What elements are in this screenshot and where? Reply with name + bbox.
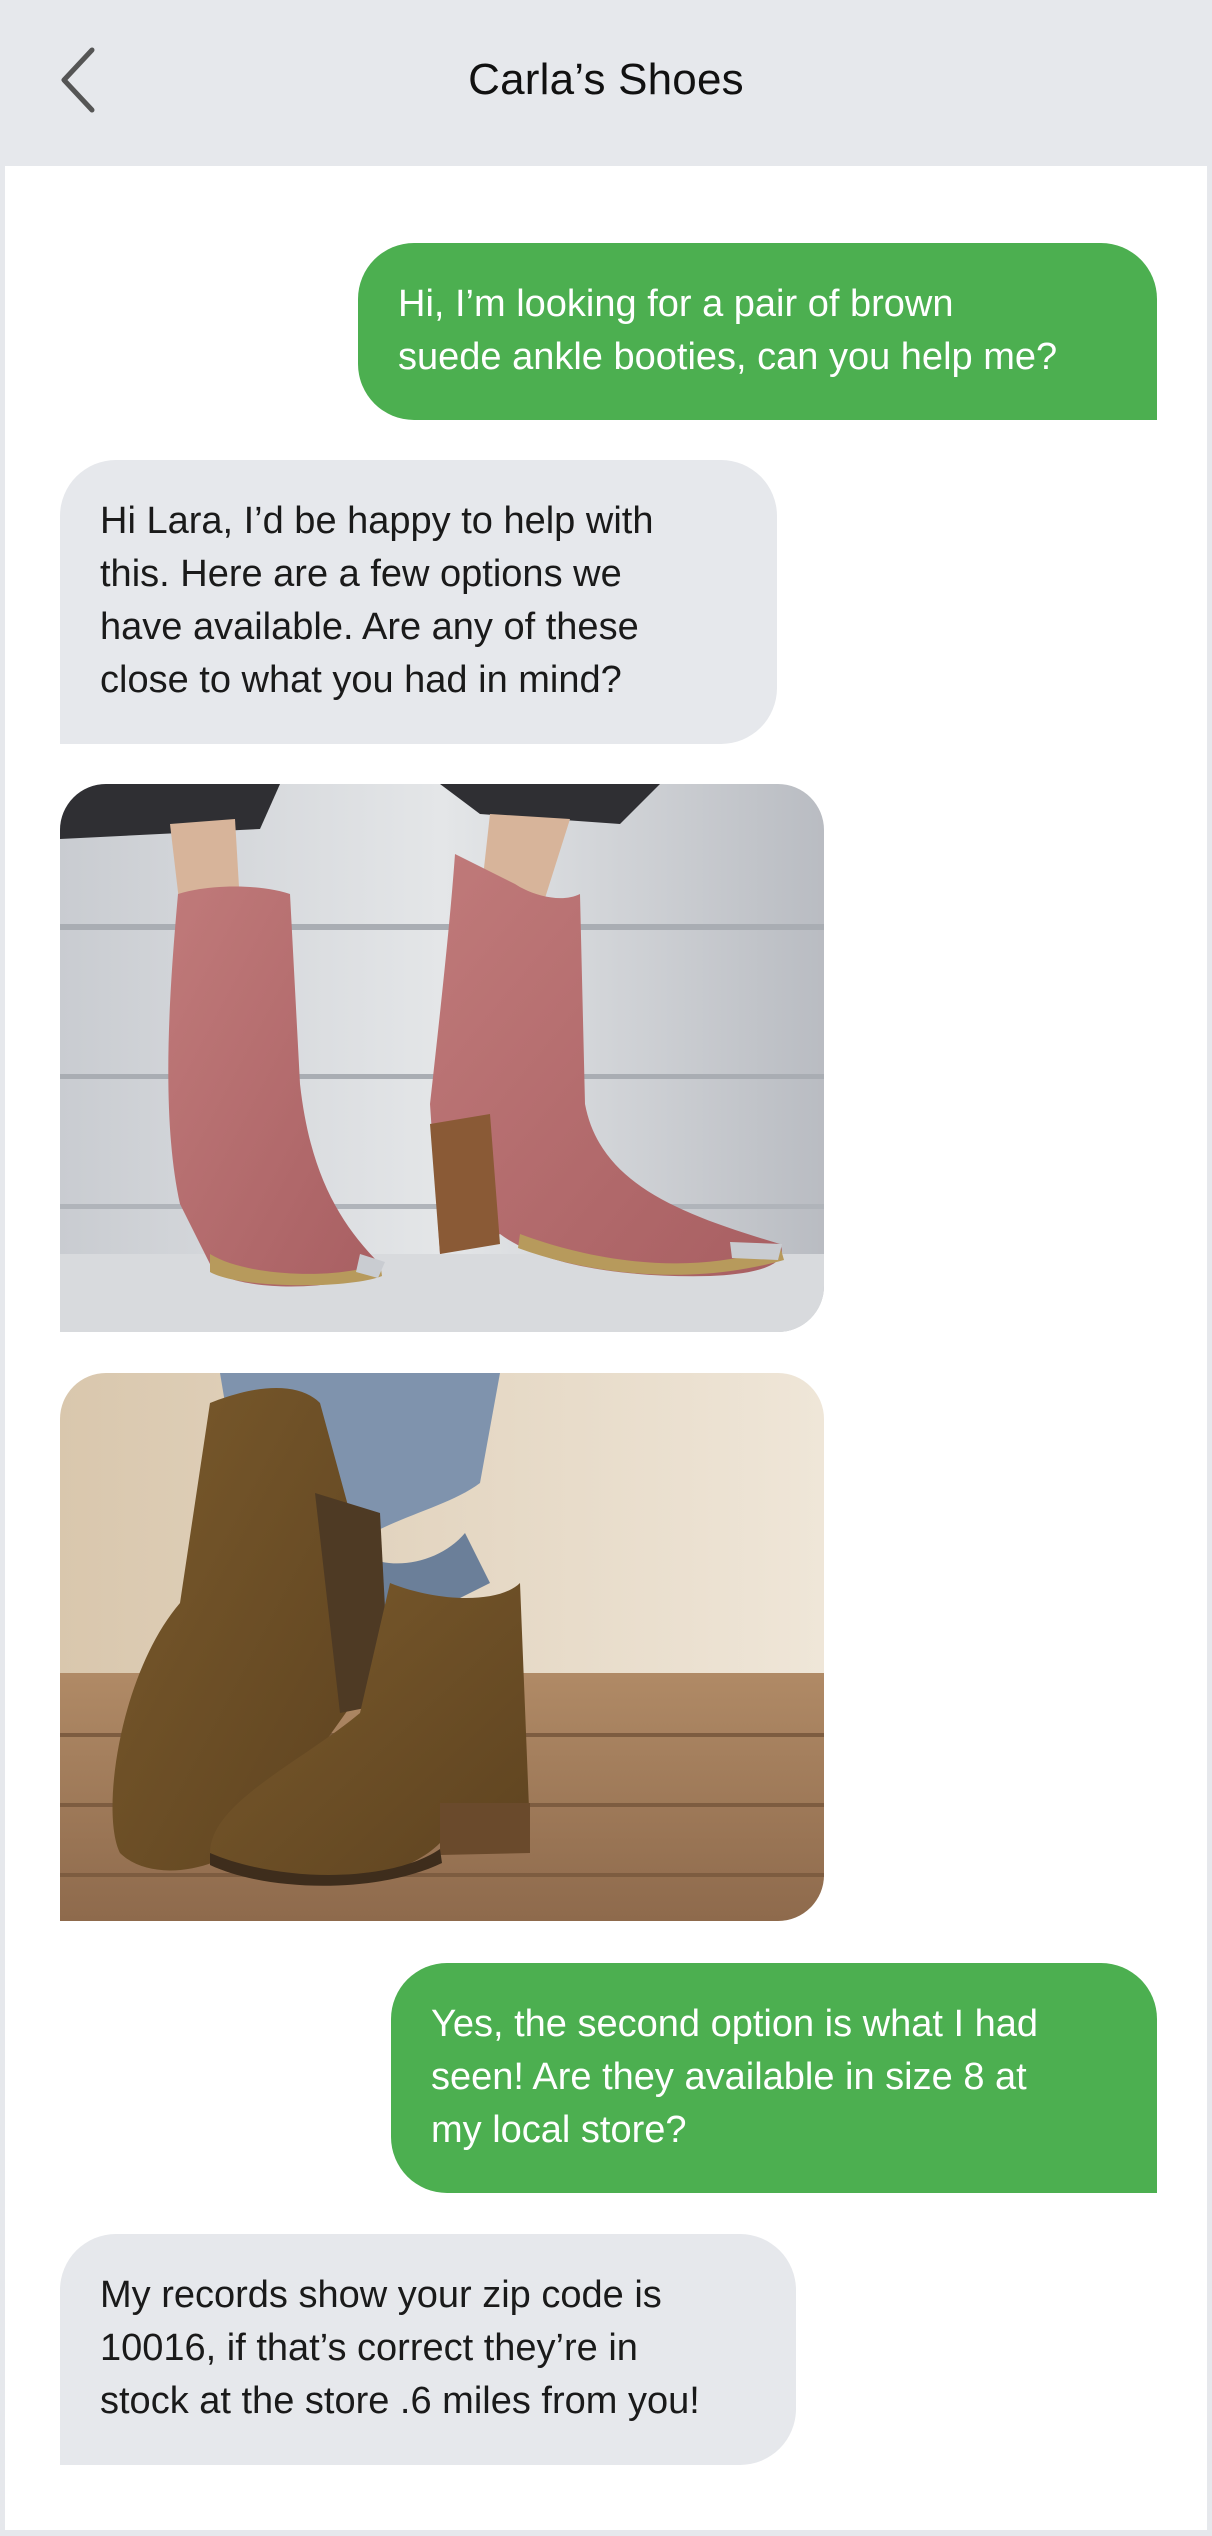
message-line: this. Here are a few options we <box>100 553 622 595</box>
pink-suede-ankle-booties-photo[interactable] <box>60 784 824 1332</box>
chat-header: Carla’s Shoes <box>0 0 1212 166</box>
sent-message-bubble[interactable]: Yes, the second option is what I had see… <box>391 1963 1157 2193</box>
message-line: Hi Lara, I’d be happy to help with <box>100 500 654 542</box>
message-line: suede ankle booties, can you help me? <box>398 336 1058 378</box>
message-line: My records show your zip code is <box>100 2274 662 2316</box>
message-line: have available. Are any of these <box>100 606 639 648</box>
message-line: seen! Are they available in size 8 at <box>431 2056 1027 2098</box>
message-thread[interactable]: Hi, I’m looking for a pair of brown sued… <box>5 166 1207 2530</box>
message-line: Yes, the second option is what I had <box>431 2003 1039 2045</box>
received-message-bubble[interactable]: Hi Lara, I’d be happy to help with this.… <box>60 460 777 744</box>
brown-suede-ankle-booties-photo[interactable] <box>60 1373 824 1921</box>
message-line: Hi, I’m looking for a pair of brown <box>398 283 954 325</box>
received-message-bubble[interactable]: My records show your zip code is 10016, … <box>60 2234 796 2465</box>
message-line: my local store? <box>431 2109 687 2151</box>
message-line: close to what you had in mind? <box>100 659 622 701</box>
message-line: 10016, if that’s correct they’re in <box>100 2327 638 2369</box>
message-line: stock at the store .6 miles from you! <box>100 2380 700 2422</box>
sent-message-bubble[interactable]: Hi, I’m looking for a pair of brown sued… <box>358 243 1157 420</box>
conversation-title: Carla’s Shoes <box>468 55 744 104</box>
